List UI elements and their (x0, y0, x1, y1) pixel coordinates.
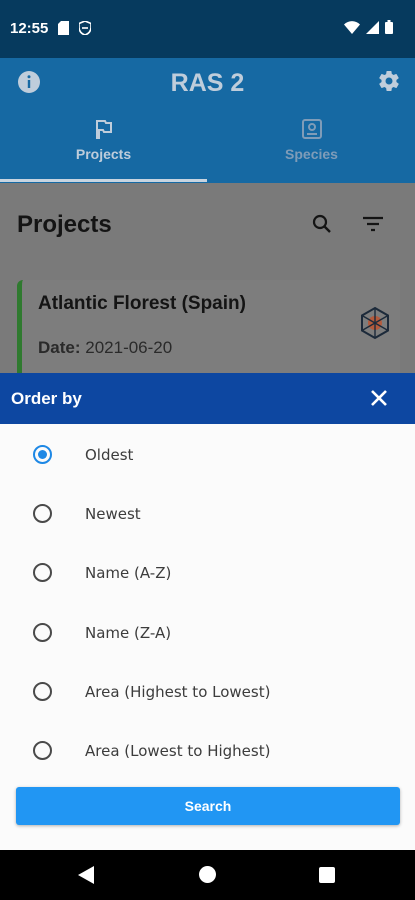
project-date: Date: 2021-06-20 (38, 338, 172, 358)
radio-button[interactable] (33, 740, 52, 760)
date-label: Date: (38, 338, 81, 357)
order-options: Oldest Newest Name (A-Z) Name (Z-A) Area… (0, 424, 415, 779)
wifi-icon (344, 20, 360, 34)
projects-content: Projects Atlantic Florest (Spain) Date: … (0, 183, 415, 400)
option-name-asc[interactable]: Name (A-Z) (0, 542, 415, 601)
search-button[interactable]: Search (16, 787, 400, 825)
gear-icon[interactable] (377, 69, 401, 98)
sim-card-icon (58, 21, 69, 35)
tab-species[interactable]: Species (208, 116, 415, 183)
radio-button[interactable] (33, 504, 52, 524)
project-name: Atlantic Florest (Spain) (38, 293, 246, 314)
app-title: RAS 2 (170, 69, 245, 97)
option-name-desc[interactable]: Name (Z-A) (0, 602, 415, 661)
date-value: 2021-06-20 (85, 338, 173, 357)
signal-icon (366, 20, 379, 34)
option-label: Name (Z-A) (85, 623, 172, 642)
habitat-icon (361, 306, 389, 340)
home-icon[interactable] (199, 866, 216, 883)
sheet-header: Order by (0, 373, 415, 424)
filter-icon[interactable] (362, 216, 384, 237)
option-label: Oldest (85, 446, 134, 464)
option-newest[interactable]: Newest (0, 483, 415, 542)
status-bar: 12:55 (0, 0, 415, 58)
species-icon (301, 119, 322, 139)
order-by-sheet: Order by Oldest Newest Name (A-Z) Name (… (0, 373, 415, 850)
tab-label: Species (285, 146, 338, 162)
tab-indicator (0, 179, 207, 182)
option-area-desc[interactable]: Area (Highest to Lowest) (0, 661, 415, 720)
search-icon[interactable] (312, 214, 332, 239)
app-bar: RAS 2 Projects Species (0, 58, 415, 183)
sheet-title: Order by (11, 389, 82, 408)
battery-icon (385, 20, 393, 34)
option-area-asc[interactable]: Area (Lowest to Highest) (0, 720, 415, 779)
flag-icon (95, 120, 112, 139)
option-oldest[interactable]: Oldest (0, 424, 415, 483)
radio-button[interactable] (33, 681, 52, 701)
option-label: Area (Highest to Lowest) (85, 682, 271, 701)
radio-button[interactable] (33, 445, 52, 464)
close-icon (371, 390, 387, 406)
tab-projects[interactable]: Projects (0, 116, 207, 183)
navigation-bar (0, 850, 415, 900)
back-icon[interactable] (78, 866, 94, 884)
option-label: Name (A-Z) (85, 564, 172, 583)
recent-apps-icon[interactable] (319, 867, 335, 883)
option-label: Area (Lowest to Highest) (85, 741, 271, 760)
status-time: 12:55 (10, 20, 49, 37)
tab-label: Projects (75, 146, 132, 162)
close-button[interactable] (369, 388, 389, 408)
shield-icon (79, 21, 91, 35)
page-title: Projects (17, 211, 112, 238)
radio-button[interactable] (33, 622, 52, 642)
radio-button[interactable] (33, 563, 52, 583)
option-label: Newest (85, 505, 141, 524)
